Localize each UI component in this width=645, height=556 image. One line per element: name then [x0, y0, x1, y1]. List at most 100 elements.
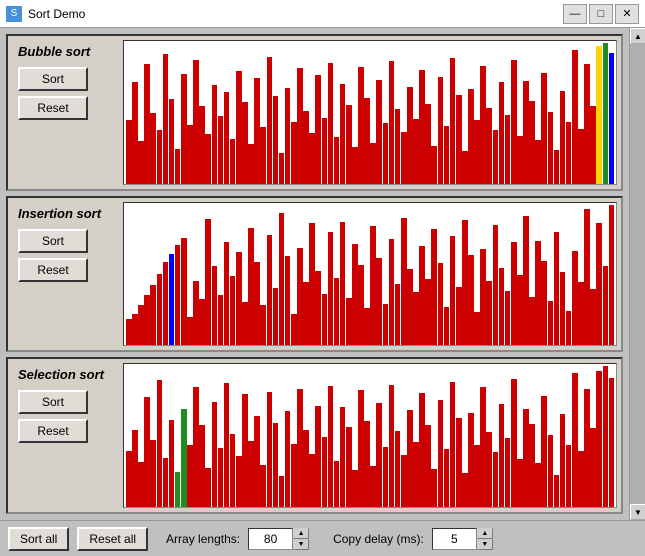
copy-delay-input[interactable]	[432, 528, 477, 550]
bar	[181, 238, 187, 346]
bar	[285, 256, 291, 345]
bar	[181, 74, 187, 184]
bar	[566, 122, 572, 184]
bar	[169, 254, 175, 346]
bar	[578, 129, 584, 184]
bar	[376, 258, 382, 345]
bar	[309, 454, 315, 507]
chart-canvas-selection	[124, 364, 616, 507]
bar	[157, 380, 163, 507]
sort-button-bubble[interactable]: Sort	[18, 67, 88, 91]
bar	[157, 274, 163, 346]
bar	[523, 409, 529, 507]
array-lengths-spinner-buttons: ▲ ▼	[293, 528, 309, 550]
bar	[474, 120, 480, 183]
chart-canvas-bubble	[124, 41, 616, 184]
bar	[529, 101, 535, 184]
bar	[456, 287, 462, 346]
bar	[584, 64, 590, 184]
window-title: Sort Demo	[28, 7, 563, 21]
bar	[303, 430, 309, 507]
reset-all-button[interactable]: Reset all	[77, 527, 148, 551]
bar	[364, 421, 370, 507]
scrollbar[interactable]: ▲ ▼	[629, 28, 645, 520]
reset-button-insertion[interactable]: Reset	[18, 258, 88, 282]
bar	[297, 389, 303, 507]
bar	[346, 427, 352, 507]
bar	[364, 308, 370, 345]
bar	[548, 435, 554, 507]
bar	[205, 219, 211, 345]
app-icon: S	[6, 6, 22, 22]
bar	[395, 109, 401, 184]
bar	[322, 294, 328, 346]
bar	[383, 447, 389, 507]
bar	[499, 268, 505, 346]
bar	[224, 242, 230, 345]
copy-delay-down-button[interactable]: ▼	[477, 539, 493, 550]
array-lengths-label: Array lengths:	[166, 532, 240, 546]
bar	[554, 232, 560, 345]
bar	[486, 432, 492, 507]
scroll-up-button[interactable]: ▲	[630, 28, 645, 44]
copy-delay-up-button[interactable]: ▲	[477, 528, 493, 539]
panel-title-selection: Selection sort	[18, 367, 113, 382]
bar	[242, 102, 248, 184]
bar	[260, 127, 266, 183]
bar	[505, 438, 511, 507]
minimize-button[interactable]: —	[563, 4, 587, 24]
bar	[584, 389, 590, 507]
bar	[138, 462, 144, 507]
bar	[486, 108, 492, 184]
bar	[480, 387, 486, 507]
sort-all-button[interactable]: Sort all	[8, 527, 69, 551]
bar	[376, 80, 382, 184]
sort-panel-bubble: Bubble sortSortReset	[6, 34, 623, 191]
reset-button-bubble[interactable]: Reset	[18, 96, 88, 120]
bar	[352, 470, 358, 507]
bar	[322, 437, 328, 507]
scroll-down-button[interactable]: ▼	[630, 504, 645, 520]
bar	[431, 229, 437, 345]
bar	[407, 87, 413, 184]
window-controls: — □ ✕	[563, 4, 639, 24]
bar	[431, 146, 437, 184]
bar	[358, 67, 364, 184]
scroll-track	[630, 44, 645, 504]
bar	[413, 292, 419, 345]
bar	[541, 396, 547, 507]
close-button[interactable]: ✕	[615, 4, 639, 24]
maximize-button[interactable]: □	[589, 4, 613, 24]
bar	[199, 106, 205, 183]
bar	[150, 440, 156, 508]
bar	[212, 85, 218, 183]
bar	[462, 473, 468, 507]
bar	[346, 298, 352, 345]
array-lengths-up-button[interactable]: ▲	[293, 528, 309, 539]
bar	[138, 141, 144, 183]
bar	[566, 311, 572, 345]
bar	[242, 394, 248, 507]
bar	[199, 299, 205, 345]
panels-area: Bubble sortSortResetInsertion sortSortRe…	[0, 28, 629, 520]
bar	[401, 455, 407, 507]
copy-delay-spinner[interactable]: ▲ ▼	[432, 528, 493, 550]
bar	[169, 420, 175, 507]
bar	[218, 295, 224, 345]
array-lengths-spinner[interactable]: ▲ ▼	[248, 528, 309, 550]
bar	[517, 459, 523, 507]
sort-button-selection[interactable]: Sort	[18, 390, 88, 414]
bar	[425, 279, 431, 345]
bar	[212, 266, 218, 345]
sort-button-insertion[interactable]: Sort	[18, 229, 88, 253]
bar	[267, 235, 273, 346]
reset-button-selection[interactable]: Reset	[18, 419, 88, 443]
array-lengths-down-button[interactable]: ▼	[293, 539, 309, 550]
bar	[456, 418, 462, 507]
array-lengths-input[interactable]	[248, 528, 293, 550]
bar	[144, 397, 150, 507]
bar	[609, 205, 615, 346]
bar	[224, 383, 230, 507]
bar	[163, 54, 169, 183]
bar	[309, 133, 315, 184]
